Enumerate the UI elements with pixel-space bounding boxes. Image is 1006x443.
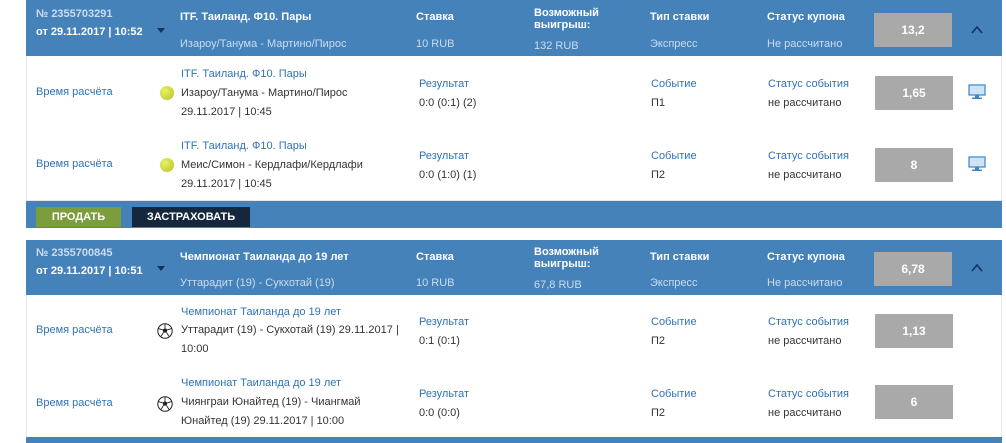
- event-row: Время расчёта Чемпионат Таиланда до 19 л…: [26, 368, 1002, 438]
- event-row: Время расчёта ITF. Таиланд. Ф10. Пары Ме…: [26, 128, 1002, 201]
- chevron-up-icon[interactable]: [971, 24, 983, 36]
- coupon-id: № 2355703291: [36, 8, 113, 20]
- coupon-title: Чемпионат Таиланда до 19 лет: [180, 251, 349, 263]
- tennis-ball-icon: [160, 158, 174, 172]
- event-match: Меис/Симон - Кердлафи/Кердлафи: [181, 159, 363, 171]
- sell-button[interactable]: ПРОДАТЬ: [36, 207, 121, 227]
- event-status-label: Статус события: [768, 150, 849, 162]
- soccer-ball-icon: [157, 396, 173, 412]
- bet-type-value: Экспресс: [650, 38, 698, 50]
- coupon-title: ITF. Таиланд. Ф10. Пары: [180, 11, 312, 23]
- result-value: 0:0 (0:0): [419, 407, 460, 419]
- event-coefficient: 1,13: [875, 314, 953, 348]
- event-coefficient: 6: [875, 385, 953, 419]
- coupon-header[interactable]: № 2355703291 от 29.11.2017 | 10:52 ITF. …: [26, 0, 1002, 56]
- coupon-coefficient: 13,2: [874, 13, 952, 47]
- event-status-label: Статус события: [768, 388, 849, 400]
- event-match: Уттарадит (19) - Сукхотай (19) 29.11.201…: [181, 324, 399, 355]
- event-datetime: 29.11.2017 | 10:45: [181, 106, 272, 118]
- calc-time-label[interactable]: Время расчёта: [36, 324, 113, 336]
- event-league[interactable]: ITF. Таиланд. Ф10. Пары: [181, 140, 307, 152]
- event-league[interactable]: Чемпионат Таиланда до 19 лет: [181, 306, 341, 318]
- event-value: П2: [651, 407, 666, 419]
- coupon-date: от 29.11.2017 | 10:52: [36, 26, 143, 38]
- tennis-ball-icon: [160, 86, 174, 100]
- event-value: П2: [651, 169, 666, 181]
- event-value: П2: [651, 335, 666, 347]
- calc-time-label[interactable]: Время расчёта: [36, 397, 113, 409]
- coupon-subtitle: Изароу/Танума - Мартино/Пирос: [180, 38, 347, 50]
- event-status-value: не рассчитано: [768, 407, 842, 419]
- coupon-actions-bar-partial: [26, 437, 1002, 443]
- coupon-card: № 2355703291 от 29.11.2017 | 10:52 ITF. …: [26, 0, 1002, 228]
- chevron-down-icon[interactable]: [157, 266, 165, 271]
- event-datetime: 29.11.2017 | 10:45: [181, 178, 272, 190]
- stake-value: 10 RUB: [416, 38, 455, 50]
- coupon-card: № 2355700845 от 29.11.2017 | 10:51 Чемпи…: [26, 240, 1002, 443]
- event-status-value: не рассчитано: [768, 97, 842, 109]
- event-row: Время расчёта Чемпионат Таиланда до 19 л…: [26, 295, 1002, 369]
- result-label: Результат: [419, 388, 470, 400]
- event-label: Событие: [651, 316, 697, 328]
- possible-win-label: Возможный выигрыш:: [534, 7, 599, 31]
- coupon-header[interactable]: № 2355700845 от 29.11.2017 | 10:51 Чемпи…: [26, 240, 1002, 295]
- coupon-actions-bar: ПРОДАТЬ ЗАСТРАХОВАТЬ: [26, 201, 1002, 228]
- event-coefficient: 1,65: [875, 76, 953, 110]
- possible-win-label: Возможный выигрыш:: [534, 246, 599, 270]
- event-status-value: не рассчитано: [768, 335, 842, 347]
- soccer-ball-icon: [157, 323, 173, 339]
- event-status-label: Статус события: [768, 316, 849, 328]
- coupon-id: № 2355700845: [36, 247, 113, 259]
- event-match: Чиянграи Юнайтед (19) - Чиангмай Юнайтед…: [181, 396, 361, 427]
- event-status-value: не рассчитано: [768, 169, 842, 181]
- chevron-down-icon[interactable]: [157, 28, 165, 33]
- result-label: Результат: [419, 150, 470, 162]
- coupon-date: от 29.11.2017 | 10:51: [36, 265, 143, 277]
- event-label: Событие: [651, 78, 697, 90]
- possible-win-value: 132 RUB: [534, 40, 579, 52]
- monitor-icon[interactable]: [968, 84, 986, 100]
- bet-type-label: Тип ставки: [650, 251, 710, 263]
- possible-win-value: 67,8 RUB: [534, 279, 582, 291]
- result-label: Результат: [419, 316, 470, 328]
- calc-time-label[interactable]: Время расчёта: [36, 86, 113, 98]
- result-value: 0:0 (0:1) (2): [419, 97, 477, 109]
- event-label: Событие: [651, 388, 697, 400]
- calc-time-label[interactable]: Время расчёта: [36, 158, 113, 170]
- result-label: Результат: [419, 78, 470, 90]
- bet-type-value: Экспресс: [650, 277, 698, 289]
- event-value: П1: [651, 97, 666, 109]
- result-value: 0:1 (0:1): [419, 335, 460, 347]
- monitor-icon[interactable]: [968, 156, 986, 172]
- bet-type-label: Тип ставки: [650, 11, 710, 23]
- event-row: Время расчёта ITF. Таиланд. Ф10. Пары Из…: [26, 56, 1002, 129]
- stake-label: Ставка: [416, 251, 454, 263]
- coupon-coefficient: 6,78: [874, 252, 952, 286]
- stake-label: Ставка: [416, 11, 454, 23]
- coupon-status-label: Статус купона: [767, 11, 845, 23]
- result-value: 0:0 (1:0) (1): [419, 169, 477, 181]
- coupon-subtitle: Уттарадит (19) - Сукхотай (19): [180, 277, 335, 289]
- coupon-status-value: Не рассчитано: [767, 277, 843, 289]
- event-label: Событие: [651, 150, 697, 162]
- event-league[interactable]: Чемпионат Таиланда до 19 лет: [181, 377, 341, 389]
- coupon-status-label: Статус купона: [767, 251, 845, 263]
- stake-value: 10 RUB: [416, 277, 455, 289]
- event-match: Изароу/Танума - Мартино/Пирос: [181, 87, 348, 99]
- chevron-up-icon[interactable]: [971, 262, 983, 274]
- event-league[interactable]: ITF. Таиланд. Ф10. Пары: [181, 68, 307, 80]
- insure-button[interactable]: ЗАСТРАХОВАТЬ: [132, 207, 250, 227]
- event-coefficient: 8: [875, 148, 953, 182]
- coupon-status-value: Не рассчитано: [767, 38, 843, 50]
- event-status-label: Статус события: [768, 78, 849, 90]
